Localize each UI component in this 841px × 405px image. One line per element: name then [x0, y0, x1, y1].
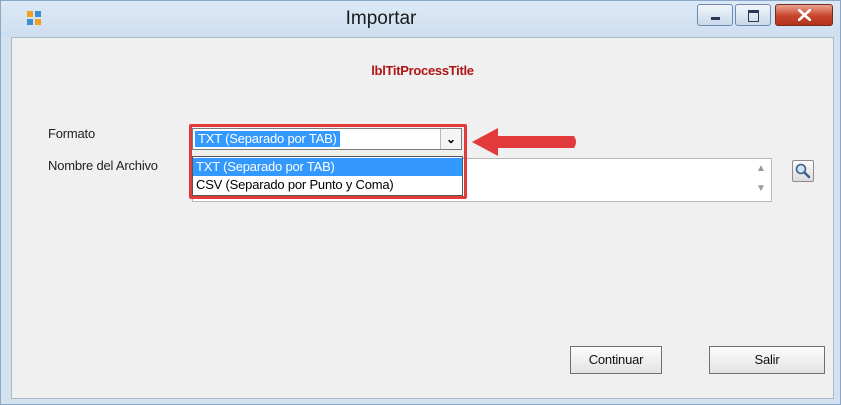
- filename-label: Nombre del Archivo: [48, 158, 158, 173]
- format-combobox[interactable]: TXT (Separado por TAB) ⌄: [192, 128, 462, 150]
- magnifier-icon: [795, 163, 811, 179]
- window-title: Importar: [345, 8, 417, 29]
- maximize-icon: [748, 10, 759, 22]
- minimize-icon: [711, 17, 720, 20]
- close-icon: [798, 9, 811, 21]
- red-arrow-icon: [472, 128, 576, 156]
- format-option-txt[interactable]: TXT (Separado por TAB): [193, 158, 462, 176]
- dialog-window: Importar lblTitProcessTitle Formato Nomb…: [0, 0, 841, 405]
- filename-scrollbar[interactable]: ▲ ▼: [753, 161, 769, 199]
- minimize-button[interactable]: [697, 4, 733, 26]
- exit-button[interactable]: Salir: [709, 346, 825, 374]
- close-button[interactable]: [775, 4, 833, 26]
- form-client-area: lblTitProcessTitle Formato Nombre del Ar…: [11, 37, 834, 399]
- browse-button[interactable]: [792, 160, 814, 182]
- title-bar: Importar: [1, 1, 840, 37]
- process-title-label: lblTitProcessTitle: [371, 63, 474, 78]
- scroll-down-icon[interactable]: ▼: [753, 183, 769, 194]
- continue-button[interactable]: Continuar: [570, 346, 662, 374]
- format-dropdown-list: TXT (Separado por TAB) CSV (Separado por…: [192, 156, 463, 196]
- chevron-down-icon[interactable]: ⌄: [440, 129, 461, 149]
- maximize-button[interactable]: [735, 4, 771, 26]
- format-label: Formato: [48, 126, 96, 141]
- format-option-csv[interactable]: CSV (Separado por Punto y Coma): [193, 176, 462, 194]
- scroll-up-icon[interactable]: ▲: [753, 163, 769, 174]
- format-selected-value: TXT (Separado por TAB): [195, 131, 340, 147]
